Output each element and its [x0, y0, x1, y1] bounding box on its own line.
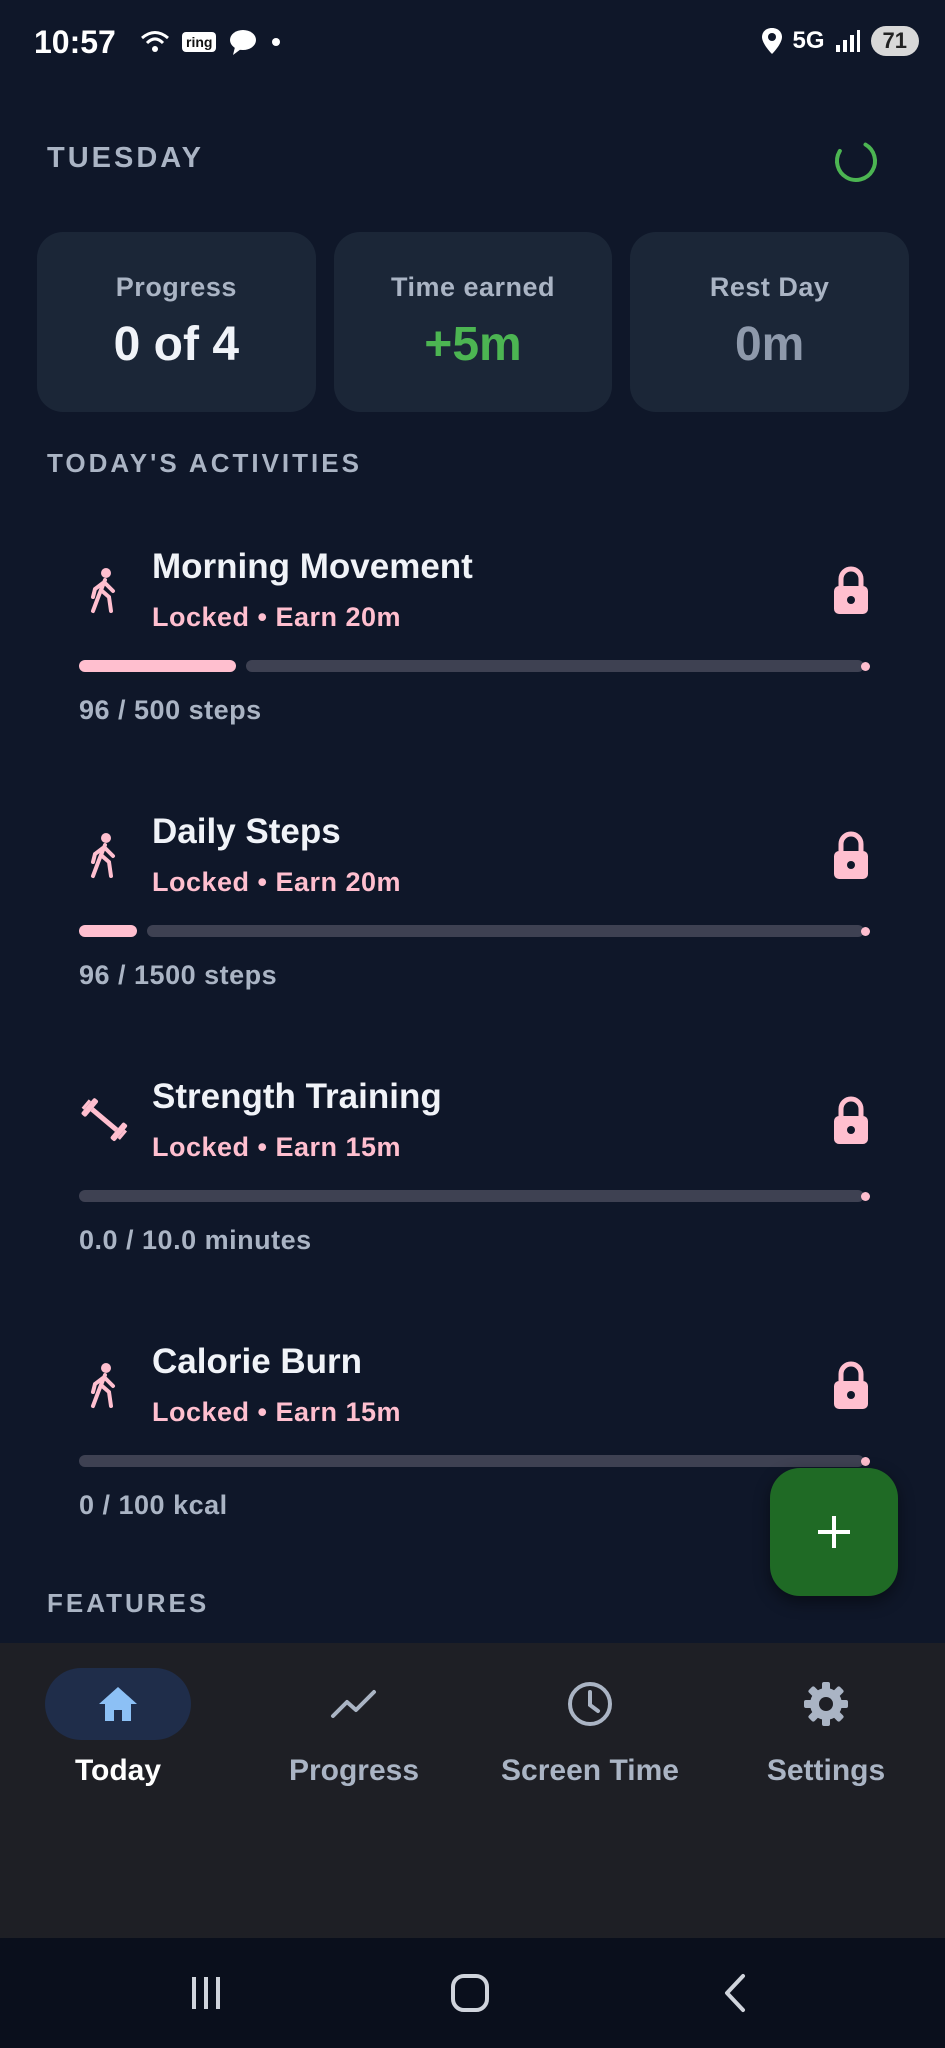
- activity-progress-bar: [79, 925, 870, 937]
- nav-today[interactable]: Today: [0, 1643, 236, 1788]
- lock-icon: [834, 1361, 868, 1409]
- system-navigation-bar: [0, 1938, 945, 2048]
- activity-item[interactable]: Morning Movement Locked • Earn 20m 96 / …: [79, 525, 879, 725]
- activity-progress-fill: [79, 660, 236, 672]
- activity-progress-text: 0 / 100 kcal: [79, 1490, 228, 1520]
- activities-section-title: TODAY'S ACTIVITIES: [47, 448, 362, 478]
- nav-settings[interactable]: Settings: [708, 1643, 944, 1788]
- activity-item[interactable]: Calorie Burn Locked • Earn 15m 0 / 100 k…: [79, 1320, 879, 1520]
- activity-title: Strength Training: [152, 1077, 442, 1116]
- progress-card: Progress 0 of 4: [37, 232, 316, 412]
- nav-progress-indicator: [281, 1668, 427, 1740]
- time-earned-card: Time earned +5m: [333, 232, 613, 412]
- add-activity-button[interactable]: [770, 1468, 898, 1596]
- activity-status: Locked • Earn 20m: [152, 602, 402, 632]
- summary-cards: Progress 0 of 4 Time earned +5m Rest Day…: [37, 232, 910, 412]
- activity-progress-track: [147, 925, 864, 937]
- status-notification-icons: ring: [140, 28, 282, 56]
- nav-screen-time[interactable]: Screen Time: [472, 1643, 708, 1788]
- walking-icon: [91, 833, 115, 878]
- activity-progress-text: 0.0 / 10.0 minutes: [79, 1225, 312, 1255]
- home-icon: [99, 1687, 137, 1721]
- dot-icon: [272, 38, 281, 46]
- day-label: TUESDAY: [47, 142, 204, 174]
- lock-icon: [834, 1096, 868, 1144]
- nav-today-label: Today: [74, 1754, 162, 1787]
- dumbbell-icon: [81, 1098, 128, 1141]
- lock-icon: [834, 831, 868, 879]
- ring-app-icon: ring: [182, 32, 217, 52]
- nav-progress[interactable]: Progress: [236, 1643, 472, 1788]
- walking-icon: [91, 1363, 115, 1408]
- activity-item[interactable]: Strength Training Locked • Earn 15m 0.0 …: [79, 1055, 879, 1255]
- activity-status: Locked • Earn 15m: [152, 1397, 402, 1427]
- lock-icon: [834, 566, 868, 614]
- nav-settings-label: Settings: [766, 1754, 886, 1787]
- status-system-icons: 5G 71: [761, 26, 919, 56]
- back-chevron-icon: [725, 1974, 745, 2012]
- activity-progress-bar: [79, 1190, 870, 1202]
- gear-icon: [804, 1682, 848, 1726]
- activity-progress-track: [79, 1190, 864, 1202]
- network-type: 5G: [792, 27, 825, 54]
- nav-screen-time-label: Screen Time: [501, 1754, 679, 1787]
- nav-settings-indicator: [753, 1668, 899, 1740]
- activity-progress-text: 96 / 1500 steps: [79, 960, 278, 990]
- progress-end-dot: [861, 1457, 870, 1466]
- home-button[interactable]: [440, 1968, 500, 2018]
- plus-icon: [818, 1516, 850, 1548]
- signal-icon: [835, 30, 860, 52]
- loading-spinner-icon: [835, 140, 877, 183]
- screen: 10:57 ring 5G 71 TUESDAY Progress 0 of 4…: [0, 0, 945, 2048]
- location-icon: [761, 28, 782, 54]
- progress-end-dot: [861, 1192, 870, 1201]
- rest-day-value: 0m: [734, 318, 805, 371]
- rest-day-card: Rest Day 0m: [630, 232, 910, 412]
- activity-progress-bar: [79, 660, 870, 672]
- recent-apps-icon: [192, 1977, 220, 2009]
- progress-end-dot: [861, 927, 870, 936]
- trend-icon: [331, 1690, 376, 1718]
- nav-progress-label: Progress: [288, 1754, 420, 1787]
- features-section-title: FEATURES: [47, 1588, 210, 1618]
- chat-bubble-icon: [230, 30, 257, 55]
- status-bar: 10:57 ring 5G 71: [0, 0, 945, 90]
- progress-end-dot: [861, 662, 870, 671]
- activity-progress-track: [79, 1455, 864, 1467]
- home-square-icon: [451, 1974, 489, 2012]
- back-button[interactable]: [706, 1968, 766, 2018]
- activity-progress-text: 96 / 500 steps: [79, 695, 262, 725]
- time-earned-label: Time earned: [390, 272, 556, 302]
- activity-status: Locked • Earn 20m: [152, 867, 402, 897]
- progress-card-label: Progress: [115, 272, 237, 302]
- rest-day-label: Rest Day: [709, 272, 830, 302]
- battery-indicator: 71: [870, 26, 919, 56]
- activity-status: Locked • Earn 15m: [152, 1132, 402, 1162]
- clock-icon: [568, 1682, 612, 1726]
- activity-progress-fill: [79, 925, 137, 937]
- walking-icon: [91, 568, 115, 613]
- activity-title: Daily Steps: [152, 812, 341, 851]
- wifi-icon: [141, 31, 169, 52]
- time-earned-value: +5m: [424, 318, 522, 371]
- activity-title: Morning Movement: [152, 547, 473, 586]
- nav-today-indicator: [45, 1668, 191, 1740]
- progress-card-value: 0 of 4: [113, 318, 240, 371]
- activity-progress-bar: [79, 1455, 870, 1467]
- bottom-navigation: Today Progress Screen Time Settings: [0, 1643, 945, 1938]
- activity-progress-track: [246, 660, 864, 672]
- activity-item[interactable]: Daily Steps Locked • Earn 20m 96 / 1500 …: [79, 790, 879, 990]
- recent-apps-button[interactable]: [176, 1968, 236, 2018]
- nav-screen-time-indicator: [517, 1668, 663, 1740]
- status-time: 10:57: [34, 24, 116, 60]
- activity-title: Calorie Burn: [152, 1342, 363, 1381]
